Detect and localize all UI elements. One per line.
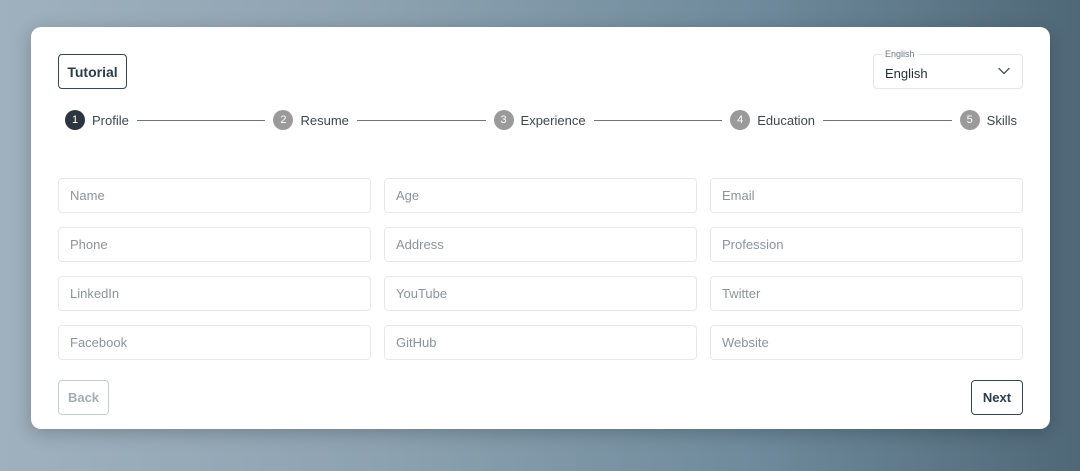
profession-input[interactable] bbox=[711, 228, 1022, 261]
step-profile[interactable]: 1 Profile bbox=[65, 110, 129, 130]
linkedin-input[interactable] bbox=[59, 277, 370, 310]
website-field bbox=[710, 325, 1023, 360]
step-number: 1 bbox=[65, 110, 85, 130]
step-resume[interactable]: 2 Resume bbox=[273, 110, 349, 130]
youtube-field bbox=[384, 276, 697, 311]
profession-field bbox=[710, 227, 1023, 262]
step-skills[interactable]: 5 Skills bbox=[959, 110, 1017, 130]
twitter-input[interactable] bbox=[711, 277, 1022, 310]
age-input[interactable] bbox=[385, 179, 696, 212]
next-button[interactable]: Next bbox=[971, 380, 1023, 415]
email-field bbox=[710, 178, 1023, 213]
step-education[interactable]: 4 Education bbox=[730, 110, 815, 130]
step-connector bbox=[356, 119, 486, 121]
chevron-down-icon bbox=[998, 67, 1010, 75]
facebook-input[interactable] bbox=[59, 326, 370, 359]
tutorial-button[interactable]: Tutorial bbox=[58, 54, 127, 89]
stepper: 1 Profile 2 Resume 3 Experience 4 Educat… bbox=[65, 109, 1017, 131]
address-input[interactable] bbox=[385, 228, 696, 261]
step-label: Resume bbox=[300, 112, 349, 128]
phone-field bbox=[58, 227, 371, 262]
step-connector bbox=[593, 119, 723, 121]
form-card: Tutorial English English 1 Profile 2 Res… bbox=[31, 27, 1050, 429]
phone-input[interactable] bbox=[59, 228, 370, 261]
name-input[interactable] bbox=[59, 179, 370, 212]
github-field bbox=[384, 325, 697, 360]
step-label: Experience bbox=[520, 112, 586, 128]
step-number: 5 bbox=[959, 110, 980, 130]
back-button[interactable]: Back bbox=[58, 380, 109, 415]
step-label: Skills bbox=[986, 112, 1017, 128]
email-input[interactable] bbox=[711, 179, 1022, 212]
age-field bbox=[384, 178, 697, 213]
name-field bbox=[58, 178, 371, 213]
step-number: 2 bbox=[273, 110, 294, 130]
step-number: 4 bbox=[730, 110, 751, 130]
youtube-input[interactable] bbox=[385, 277, 696, 310]
address-field bbox=[384, 227, 697, 262]
language-select-value: English bbox=[885, 66, 928, 81]
website-input[interactable] bbox=[711, 326, 1022, 359]
linkedin-field bbox=[58, 276, 371, 311]
step-experience[interactable]: 3 Experience bbox=[493, 110, 586, 130]
language-select-legend: English bbox=[883, 49, 917, 60]
step-connector bbox=[136, 119, 266, 121]
github-input[interactable] bbox=[385, 326, 696, 359]
facebook-field bbox=[58, 325, 371, 360]
step-connector bbox=[823, 119, 952, 121]
step-label: Education bbox=[757, 112, 816, 128]
language-select[interactable]: English English bbox=[873, 49, 1023, 89]
step-label: Profile bbox=[92, 112, 129, 128]
profile-fields bbox=[58, 178, 1023, 360]
step-number: 3 bbox=[493, 110, 514, 130]
twitter-field bbox=[710, 276, 1023, 311]
